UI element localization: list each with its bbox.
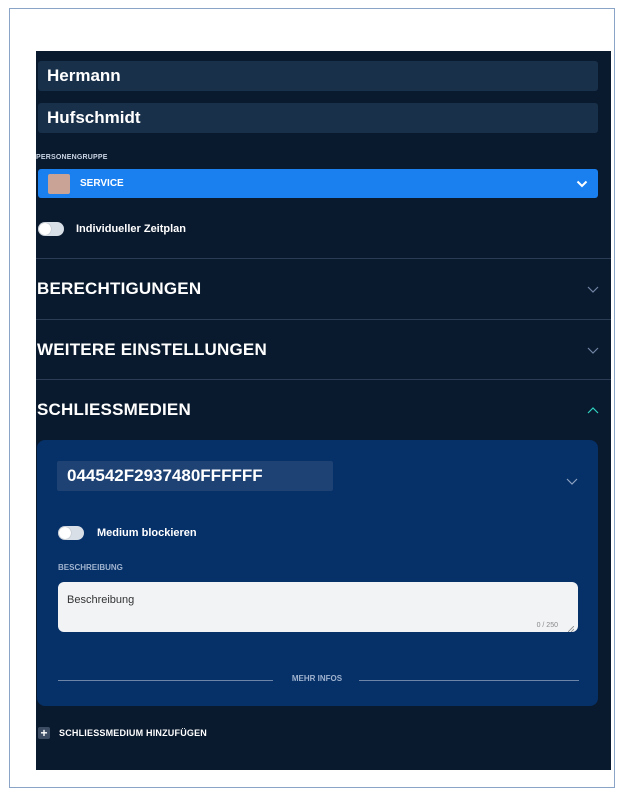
add-medium-label: SCHLIESSMEDIUM HINZUFÜGEN bbox=[59, 728, 208, 738]
chevron-down-icon[interactable] bbox=[566, 478, 578, 485]
char-counter: 0 / 250 bbox=[536, 622, 558, 629]
resize-handle-icon[interactable] bbox=[567, 623, 575, 633]
section-permissions[interactable]: BERECHTIGUNGEN bbox=[36, 259, 611, 319]
divider bbox=[359, 680, 579, 681]
description-placeholder: Beschreibung bbox=[67, 594, 135, 606]
block-medium-toggle[interactable] bbox=[58, 526, 84, 540]
chevron-down-icon bbox=[576, 180, 588, 188]
chevron-down-icon bbox=[587, 286, 599, 293]
chevron-up-icon bbox=[587, 406, 599, 414]
schedule-toggle[interactable] bbox=[38, 222, 64, 236]
section-more-settings[interactable]: WEITERE EINSTELLUNGEN bbox=[36, 320, 611, 380]
block-medium-label: Medium blockieren bbox=[97, 527, 197, 539]
section-locking-media[interactable]: SCHLIESSMEDIEN bbox=[36, 380, 611, 440]
last-name-field[interactable]: Hufschmidt bbox=[38, 103, 598, 133]
first-name-value: Hermann bbox=[47, 66, 121, 85]
description-label: BESCHREIBUNG bbox=[58, 563, 123, 572]
section-title: WEITERE EINSTELLUNGEN bbox=[37, 340, 267, 359]
person-group-label: PERSONENGRUPPE bbox=[36, 154, 108, 161]
medium-id-value: 044542F2937480FFFFFF bbox=[67, 466, 263, 485]
person-edit-panel: Hermann Hufschmidt PERSONENGRUPPE SERVIC… bbox=[36, 51, 611, 770]
first-name-field[interactable]: Hermann bbox=[38, 61, 598, 91]
chevron-down-icon bbox=[587, 347, 599, 354]
group-selected-value: SERVICE bbox=[80, 178, 124, 189]
section-title: BERECHTIGUNGEN bbox=[37, 279, 202, 298]
toggle-knob bbox=[59, 527, 71, 539]
add-medium-button[interactable]: + SCHLIESSMEDIUM HINZUFÜGEN bbox=[38, 727, 207, 739]
locking-medium-card: 044542F2937480FFFFFF Medium blockieren B… bbox=[37, 440, 598, 706]
description-textarea[interactable]: Beschreibung 0 / 250 bbox=[58, 582, 578, 633]
section-title: SCHLIESSMEDIEN bbox=[37, 400, 191, 419]
divider bbox=[58, 680, 273, 681]
toggle-knob bbox=[39, 223, 51, 235]
more-info-button[interactable]: MEHR INFOS bbox=[267, 674, 367, 683]
last-name-value: Hufschmidt bbox=[47, 108, 141, 127]
group-color-swatch bbox=[48, 173, 70, 194]
medium-id-field[interactable]: 044542F2937480FFFFFF bbox=[57, 461, 333, 491]
plus-icon: + bbox=[38, 727, 50, 739]
schedule-toggle-label: Individueller Zeitplan bbox=[76, 223, 187, 235]
person-group-select[interactable]: SERVICE bbox=[38, 169, 598, 198]
